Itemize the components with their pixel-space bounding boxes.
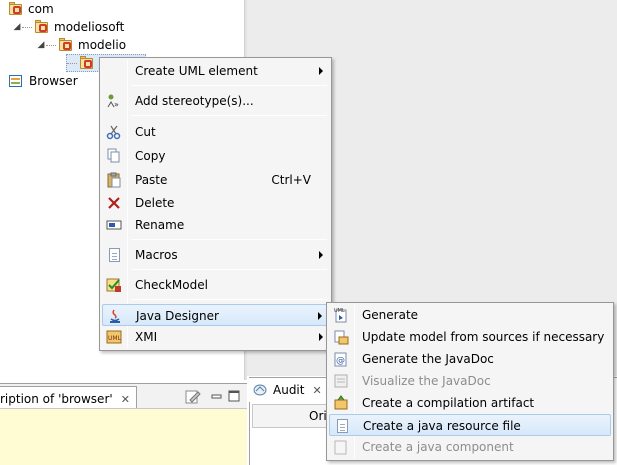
tree-item-label: Browser bbox=[29, 74, 78, 88]
submenu-item-generate-javadoc[interactable]: @ Generate the JavaDoc bbox=[329, 348, 611, 370]
submenu-item-create-compilation-artifact[interactable]: Create a compilation artifact bbox=[329, 392, 611, 414]
maximize-icon[interactable] bbox=[228, 390, 240, 402]
menu-item-label: XMI bbox=[135, 330, 158, 344]
menu-item-macros[interactable]: Macros bbox=[102, 244, 329, 266]
tree-item-modelio[interactable]: ◢ modelio bbox=[36, 36, 126, 54]
svg-text:UML: UML bbox=[334, 308, 345, 314]
tree-connector bbox=[46, 44, 56, 46]
macro-icon bbox=[106, 247, 122, 263]
audit-icon bbox=[253, 383, 269, 397]
browser-icon bbox=[8, 74, 24, 88]
menu-item-label: Visualize the JavaDoc bbox=[362, 374, 491, 388]
tree-item-modeliosoft[interactable]: ◢ modeliosoft bbox=[12, 18, 124, 36]
tree-item-label: modelio bbox=[78, 38, 127, 52]
svg-text:@: @ bbox=[336, 356, 345, 366]
package-icon bbox=[34, 20, 50, 34]
submenu-item-create-java-resource-file[interactable]: Create a java resource file bbox=[329, 414, 611, 436]
submenu-item-visualize-javadoc[interactable]: Visualize the JavaDoc bbox=[329, 370, 611, 392]
package-icon bbox=[8, 2, 24, 16]
menu-item-java-designer[interactable]: Java Designer bbox=[102, 304, 329, 326]
menu-item-accelerator: Ctrl+V bbox=[271, 173, 311, 187]
menu-item-label: Copy bbox=[135, 149, 166, 163]
description-tab-title: ription of 'browser' bbox=[0, 392, 113, 406]
menu-item-delete[interactable]: Delete bbox=[102, 192, 329, 214]
submenu-arrow-icon bbox=[318, 312, 322, 320]
package-icon bbox=[79, 56, 95, 70]
copy-icon bbox=[106, 148, 122, 164]
xmi-icon: UML bbox=[106, 329, 122, 345]
description-tab[interactable]: ription of 'browser' ✕ bbox=[0, 386, 137, 408]
java-component-icon bbox=[333, 439, 349, 455]
minimize-icon[interactable] bbox=[211, 390, 223, 402]
expand-triangle-icon[interactable]: ◢ bbox=[12, 22, 22, 32]
menu-separator bbox=[131, 299, 327, 300]
menu-item-xmi[interactable]: UML XMI bbox=[102, 326, 329, 348]
menu-separator bbox=[131, 85, 327, 86]
menu-separator bbox=[131, 269, 327, 270]
tree-item-com[interactable]: com bbox=[8, 0, 54, 18]
menu-item-create-uml-element[interactable]: Create UML element bbox=[102, 60, 329, 82]
close-icon[interactable]: ✕ bbox=[121, 393, 130, 406]
java-designer-submenu: UML Generate Update model from sources i… bbox=[326, 302, 614, 461]
java-icon bbox=[107, 308, 123, 324]
submenu-arrow-icon bbox=[319, 67, 323, 75]
tree-item-browser[interactable]: Browser bbox=[8, 72, 78, 90]
svg-text:»: » bbox=[114, 100, 119, 109]
menu-item-label: Generate bbox=[362, 308, 419, 322]
rename-icon bbox=[106, 217, 122, 233]
package-icon bbox=[58, 38, 74, 52]
menu-item-label: Paste bbox=[135, 173, 168, 187]
menu-item-rename[interactable]: Rename bbox=[102, 214, 329, 236]
visualize-javadoc-icon bbox=[333, 373, 349, 389]
update-model-icon bbox=[333, 329, 349, 345]
generate-icon: UML bbox=[333, 307, 349, 323]
menu-item-checkmodel[interactable]: CheckModel bbox=[102, 274, 329, 296]
menu-separator bbox=[131, 115, 327, 116]
menu-item-label: Java Designer bbox=[136, 309, 219, 323]
delete-icon bbox=[106, 195, 122, 211]
menu-item-label: Generate the JavaDoc bbox=[362, 352, 494, 366]
submenu-item-update-model[interactable]: Update model from sources if necessary bbox=[329, 326, 611, 348]
menu-item-label: CheckModel bbox=[135, 278, 208, 292]
menu-separator bbox=[131, 239, 327, 240]
audit-tab-title: Audit bbox=[273, 383, 305, 397]
menu-item-paste[interactable]: Paste Ctrl+V bbox=[102, 169, 329, 191]
menu-item-label: Rename bbox=[135, 218, 185, 232]
audit-tab[interactable]: Audit ✕ bbox=[249, 378, 327, 402]
paste-icon bbox=[106, 172, 122, 188]
menu-item-label: Cut bbox=[135, 125, 156, 139]
javadoc-icon: @ bbox=[333, 351, 349, 367]
submenu-item-generate[interactable]: UML Generate bbox=[329, 304, 611, 326]
menu-item-cut[interactable]: Cut bbox=[102, 121, 329, 143]
check-model-icon bbox=[106, 277, 122, 293]
menu-item-label: Create a java component bbox=[362, 440, 514, 454]
close-icon[interactable]: ✕ bbox=[312, 384, 321, 397]
menu-item-label: Delete bbox=[135, 196, 175, 210]
stereotype-icon: » bbox=[106, 93, 122, 109]
audit-column-label[interactable]: Ori bbox=[309, 409, 327, 423]
menu-item-label: Create UML element bbox=[135, 64, 258, 78]
menu-item-label: Add stereotype(s)... bbox=[135, 94, 254, 108]
resource-file-icon bbox=[334, 418, 350, 434]
menu-item-label: Create a java resource file bbox=[363, 419, 521, 433]
tree-connector bbox=[67, 62, 77, 64]
context-menu: Create UML element » Add stereotype(s)..… bbox=[99, 57, 332, 351]
submenu-arrow-icon bbox=[319, 333, 323, 341]
menu-item-label: Update model from sources if necessary bbox=[362, 330, 605, 344]
submenu-item-create-java-component[interactable]: Create a java component bbox=[329, 436, 611, 458]
submenu-arrow-icon bbox=[319, 251, 323, 259]
tree-item-label: modeliosoft bbox=[54, 20, 125, 34]
compilation-artifact-icon bbox=[333, 395, 349, 411]
tree-item-label: com bbox=[28, 2, 54, 16]
menu-item-label: Macros bbox=[135, 248, 178, 262]
description-content[interactable] bbox=[0, 409, 247, 465]
tree-connector bbox=[22, 26, 32, 28]
svg-text:UML: UML bbox=[108, 335, 122, 342]
expand-triangle-icon[interactable]: ◢ bbox=[36, 40, 46, 50]
menu-item-label: Create a compilation artifact bbox=[362, 396, 535, 410]
menu-item-copy[interactable]: Copy bbox=[102, 145, 329, 167]
scissors-icon bbox=[106, 124, 122, 140]
menu-item-add-stereotype[interactable]: » Add stereotype(s)... bbox=[102, 90, 329, 112]
edit-note-icon[interactable] bbox=[185, 390, 201, 404]
